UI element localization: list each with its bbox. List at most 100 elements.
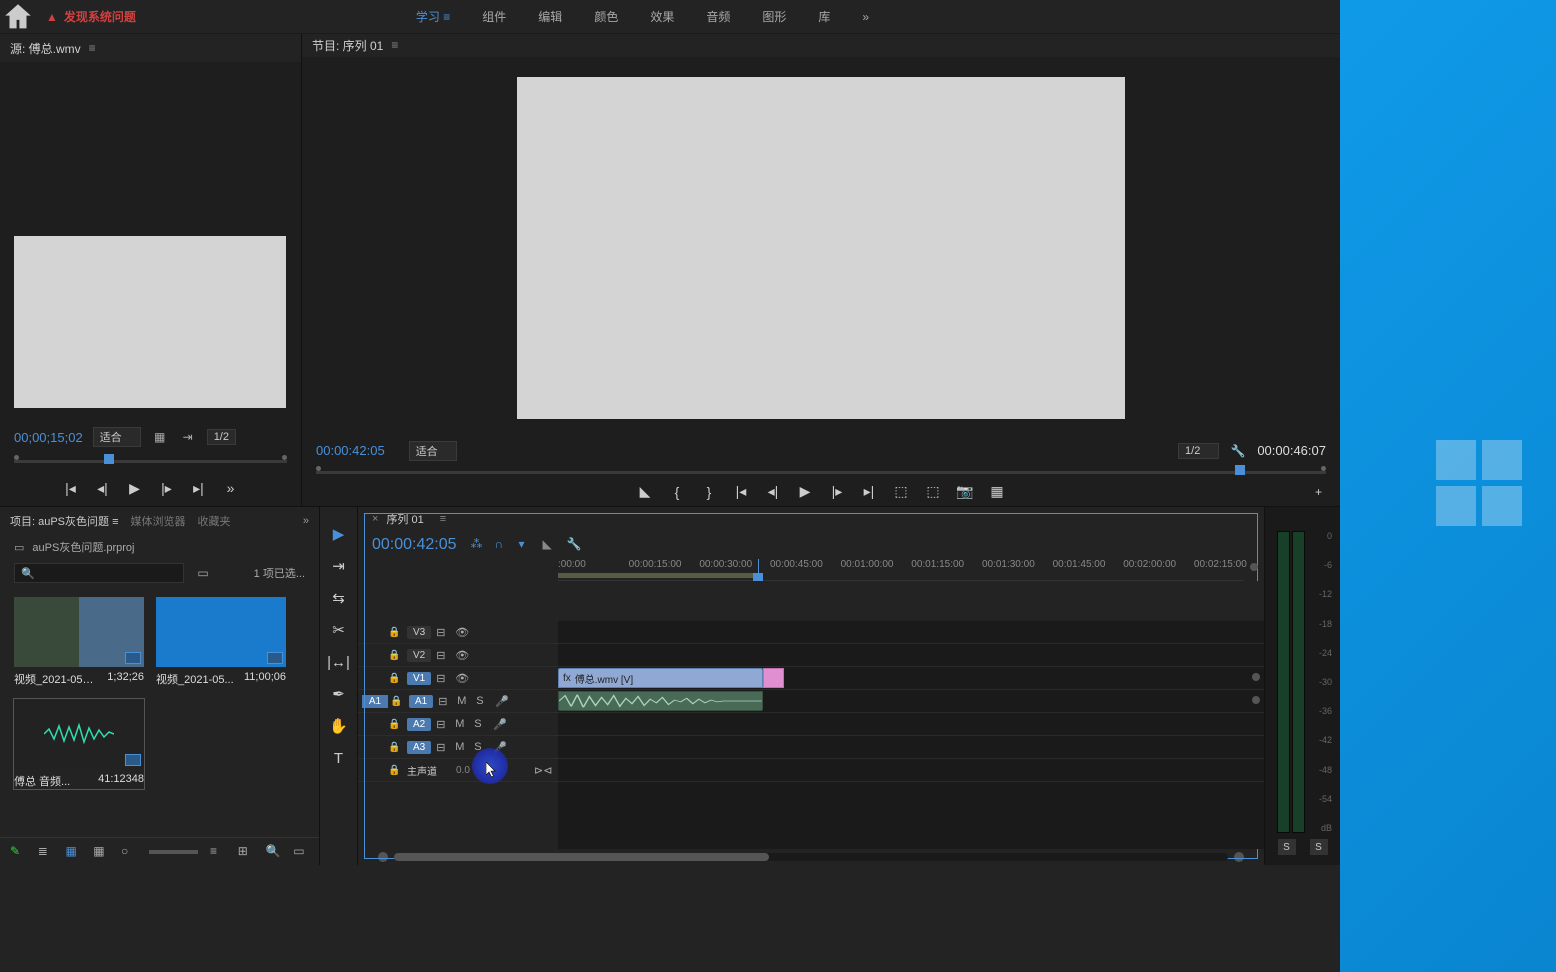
program-timecode[interactable]: 00:00:42:05 [316, 443, 385, 458]
sync-lock-icon[interactable]: ⊟ [436, 649, 450, 662]
program-zoom-select[interactable]: 适合 [409, 441, 457, 461]
bin-item[interactable]: 视频_2021-05-2...1;32;26 [14, 597, 144, 687]
marker-icon[interactable]: ◣ [543, 537, 559, 553]
solo-icon[interactable]: S [474, 741, 488, 753]
add-marker-icon[interactable]: ▾ [519, 537, 535, 553]
media-browser-tab[interactable]: 媒体浏览器 [131, 513, 186, 529]
lock-icon[interactable]: 🔒 [388, 719, 402, 730]
track-header-v2[interactable]: 🔒 V2 ⊟ 👁 [358, 644, 558, 667]
voice-over-icon[interactable]: 🎤 [495, 695, 509, 708]
thumbnail-zoom-slider[interactable] [149, 850, 198, 854]
step-back-button[interactable]: ◂| [94, 479, 112, 497]
linked-selection-icon[interactable]: ∩ [495, 537, 511, 553]
zoom-handle-icon[interactable] [1250, 563, 1258, 571]
workspace-graphics[interactable]: 图形 [762, 4, 786, 29]
comparison-button[interactable]: ▦ [988, 483, 1006, 501]
lock-icon[interactable]: 🔒 [388, 765, 402, 776]
lock-icon[interactable]: 🔒 [388, 742, 402, 753]
play-button[interactable]: ▶ [796, 483, 814, 501]
ripple-edit-tool[interactable]: ⇆ [326, 587, 352, 609]
play-button[interactable]: ▶ [126, 479, 144, 497]
vzoom-handle[interactable] [1252, 673, 1260, 681]
goto-out-button[interactable]: ▸| [190, 479, 208, 497]
workspace-editing[interactable]: 编辑 [538, 4, 562, 29]
program-playhead[interactable] [1235, 465, 1245, 475]
toggle-output-icon[interactable]: 👁 [455, 672, 469, 685]
workspace-color[interactable]: 颜色 [594, 4, 618, 29]
automate-icon[interactable]: ⊞ [238, 844, 254, 860]
program-panel-menu-icon[interactable]: ≡ [391, 38, 398, 52]
folder-view-icon[interactable]: ▭ [194, 565, 212, 581]
track-header-v3[interactable]: 🔒 V3 ⊟ 👁 [358, 621, 558, 644]
timeline-tracks[interactable]: fx 傅总.wmv [V] [558, 581, 1264, 849]
source-panel-menu-icon[interactable]: ≡ [89, 41, 96, 55]
razor-tool[interactable]: ✂ [326, 619, 352, 641]
source-zoom-select[interactable]: 适合 [93, 427, 141, 447]
workspace-audio[interactable]: 音频 [706, 4, 730, 29]
track-header-a1[interactable]: A1 🔒 A1 ⊟ M S 🎤 [358, 690, 558, 713]
workspace-libraries[interactable]: 库 [818, 4, 830, 29]
lock-icon[interactable]: 🔒 [390, 696, 404, 707]
track-select-tool[interactable]: ⇥ [326, 555, 352, 577]
system-warning[interactable]: ▲ 发现系统问题 [46, 8, 136, 25]
home-button[interactable] [0, 0, 36, 34]
mute-icon[interactable]: M [457, 695, 471, 707]
freeform-view-icon[interactable]: ▦ [93, 844, 109, 860]
more-transport-icon[interactable]: » [222, 479, 240, 497]
sync-lock-icon[interactable]: ⊟ [436, 718, 450, 731]
safe-margins-icon[interactable]: ▦ [151, 429, 169, 445]
sequence-name[interactable]: 序列 01 [386, 511, 423, 527]
zoom-slider-handle[interactable]: ○ [121, 844, 137, 860]
pen-tool[interactable]: ✒ [326, 683, 352, 705]
expand-icon[interactable]: ⊳⊲ [534, 764, 548, 777]
source-timecode[interactable]: 00;00;15;02 [14, 430, 83, 445]
selection-tool[interactable]: ▶ [326, 523, 352, 545]
track-header-a3[interactable]: 🔒 A3 ⊟ M S 🎤 [358, 736, 558, 759]
icon-view-icon[interactable]: ▦ [66, 844, 82, 860]
source-preview[interactable] [14, 236, 286, 408]
mute-icon[interactable]: M [455, 741, 469, 753]
goto-in-button[interactable]: |◂ [62, 479, 80, 497]
lift-button[interactable]: ⬚ [892, 483, 910, 501]
bin-item[interactable]: 视频_2021-05...11;00;06 [156, 597, 286, 687]
timeline-panel-menu-icon[interactable]: ≡ [440, 513, 446, 525]
workspace-more[interactable]: » [862, 10, 869, 24]
bin-item[interactable]: 傅总 音频...41:12348 [14, 699, 144, 789]
new-bin-icon[interactable]: ▭ [293, 844, 309, 860]
program-scrubber[interactable] [302, 463, 1340, 477]
sort-icon[interactable]: ≡ [210, 844, 226, 860]
add-button[interactable]: + [1315, 485, 1322, 499]
project-search-input[interactable] [14, 563, 184, 583]
source-resolution-select[interactable]: 1/2 [207, 429, 236, 445]
mark-out-icon[interactable]: } [700, 483, 718, 501]
solo-icon[interactable]: S [474, 718, 488, 730]
find-icon[interactable]: 🔍 [266, 844, 282, 860]
lock-icon[interactable]: 🔒 [388, 650, 402, 661]
hand-tool[interactable]: ✋ [326, 715, 352, 737]
lock-icon[interactable]: 🔒 [388, 673, 402, 684]
sync-lock-icon[interactable]: ⊟ [436, 741, 450, 754]
project-tab[interactable]: 项目: auPS灰色问题 ≡ [10, 513, 119, 529]
tabs-overflow-icon[interactable]: » [303, 515, 309, 527]
source-playhead[interactable] [104, 454, 114, 464]
toggle-output-icon[interactable]: 👁 [455, 649, 469, 662]
workspace-learn[interactable]: 学习 ≡ [416, 4, 450, 29]
mark-in-button[interactable]: ◣ [636, 483, 654, 501]
track-header-v1[interactable]: 🔒 V1 ⊟ 👁 [358, 667, 558, 690]
solo-icon[interactable]: S [476, 695, 490, 707]
close-sequence-icon[interactable]: × [372, 513, 378, 525]
pink-clip[interactable] [763, 668, 784, 688]
goto-out-button[interactable]: ▸| [860, 483, 878, 501]
timeline-timecode[interactable]: 00:00:42:05 [372, 536, 457, 554]
audio-clip[interactable] [558, 691, 763, 711]
voice-over-icon[interactable]: 🎤 [493, 741, 507, 754]
voice-over-icon[interactable]: 🎤 [493, 718, 507, 731]
workspace-effects[interactable]: 效果 [650, 4, 674, 29]
toggle-output-icon[interactable]: 👁 [455, 626, 469, 639]
in-out-icon[interactable]: ⇥ [179, 429, 197, 445]
solo-left-button[interactable]: S [1278, 839, 1296, 855]
settings-icon[interactable]: 🔧 [567, 537, 583, 553]
mute-icon[interactable]: M [455, 718, 469, 730]
favorites-tab[interactable]: 收藏夹 [198, 513, 231, 529]
extract-button[interactable]: ⬚ [924, 483, 942, 501]
